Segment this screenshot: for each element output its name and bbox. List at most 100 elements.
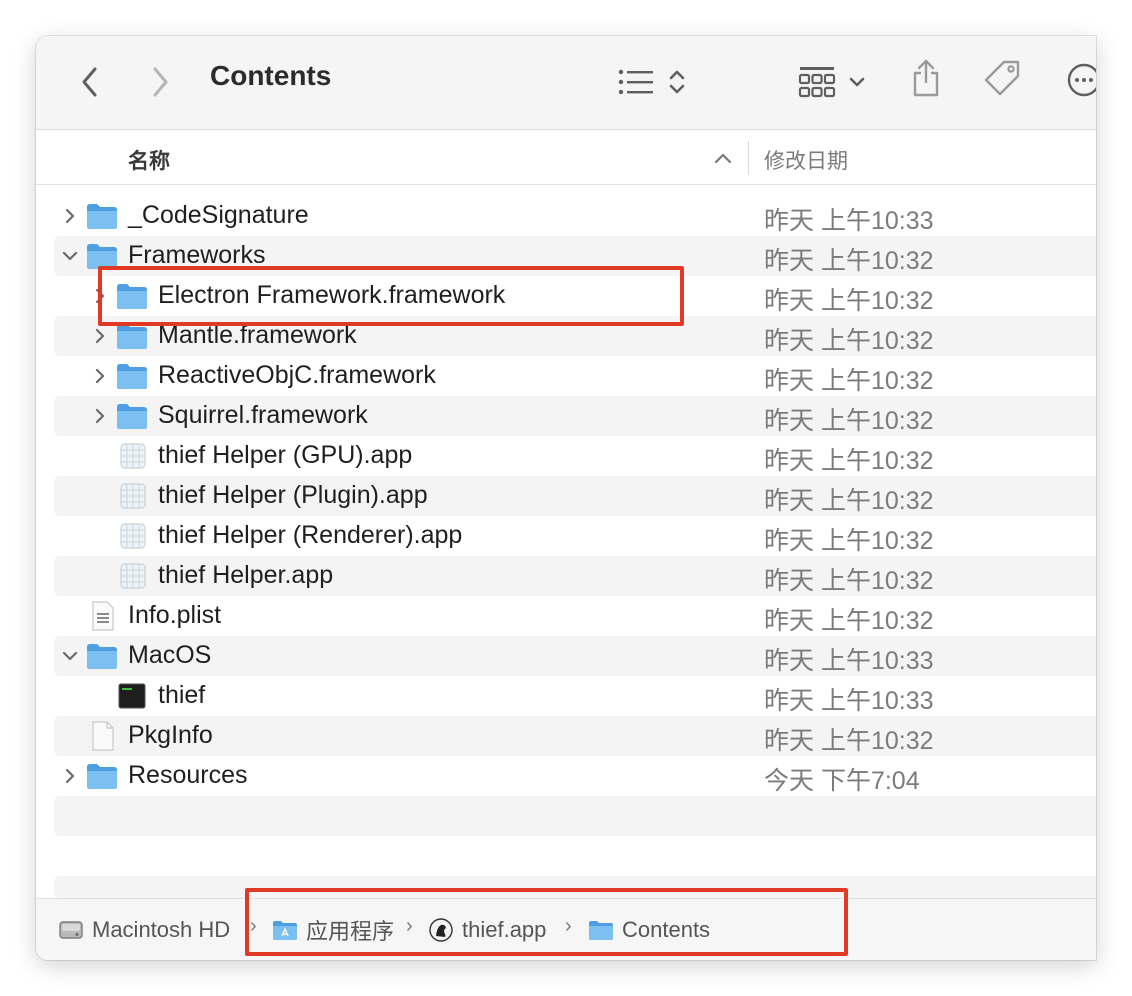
app-icon xyxy=(116,561,148,591)
file-name: Mantle.framework xyxy=(158,321,357,349)
path-item-contents[interactable]: Contents xyxy=(588,915,710,945)
file-modified-date: 昨天 上午10:32 xyxy=(764,727,934,755)
path-item-macintosh-hd[interactable]: Macintosh HD xyxy=(58,915,230,945)
file-modified-date: 昨天 上午10:32 xyxy=(764,567,934,595)
empty-row xyxy=(54,796,1096,836)
file-name: Resources xyxy=(128,761,248,789)
file-row[interactable]: Info.plist 昨天 上午10:32 xyxy=(54,596,1096,636)
folder-icon xyxy=(86,201,118,231)
path-item-thief-app[interactable]: thief.app xyxy=(428,915,546,945)
file-modified-date: 昨天 上午10:33 xyxy=(764,687,934,715)
file-modified-date: 昨天 上午10:32 xyxy=(764,367,934,395)
file-name: _CodeSignature xyxy=(128,201,309,229)
name-column-header[interactable]: 名称 xyxy=(128,145,170,175)
chevron-down-icon xyxy=(849,77,865,87)
file-name: thief xyxy=(158,681,206,709)
column-separator xyxy=(748,141,749,175)
path-item-label: Macintosh HD xyxy=(92,917,231,942)
date-column-header[interactable]: 修改日期 xyxy=(764,145,848,175)
file-row[interactable]: MacOS 昨天 上午10:33 xyxy=(54,636,1096,676)
file-row[interactable]: thief 昨天 上午10:33 xyxy=(54,676,1096,716)
back-icon xyxy=(82,67,97,97)
file-name: Info.plist xyxy=(128,601,222,629)
tag-button[interactable] xyxy=(980,56,1024,100)
file-modified-date: 昨天 上午10:32 xyxy=(764,327,934,355)
view-options-button[interactable] xyxy=(616,62,688,102)
plist-icon xyxy=(86,601,118,631)
file-name: thief Helper.app xyxy=(158,561,334,589)
applications-folder-icon xyxy=(273,921,297,940)
disclosure-collapsed-icon[interactable] xyxy=(60,766,80,786)
file-row[interactable]: thief Helper (Renderer).app 昨天 上午10:32 xyxy=(54,516,1096,556)
path-bar: Macintosh HD › 应用程序 › thief.app › Conten… xyxy=(36,898,1096,960)
file-modified-date: 昨天 上午10:32 xyxy=(764,287,934,315)
app-icon xyxy=(116,521,148,551)
file-row[interactable]: ReactiveObjC.framework 昨天 上午10:32 xyxy=(54,356,1096,396)
forward-button[interactable] xyxy=(144,62,176,102)
file-row[interactable]: Squirrel.framework 昨天 上午10:32 xyxy=(54,396,1096,436)
file-name: ReactiveObjC.framework xyxy=(158,361,436,389)
folder-icon xyxy=(116,321,148,351)
file-row[interactable]: Electron Framework.framework 昨天 上午10:32 xyxy=(54,276,1096,316)
path-item-applications[interactable]: 应用程序 xyxy=(272,915,394,945)
file-row[interactable]: _CodeSignature 昨天 上午10:33 xyxy=(54,196,1096,236)
file-name: Electron Framework.framework xyxy=(158,281,506,309)
folder-icon xyxy=(86,241,118,271)
folder-icon xyxy=(86,761,118,791)
forward-icon xyxy=(153,67,168,97)
file-modified-date: 昨天 上午10:32 xyxy=(764,527,934,555)
terminal-icon xyxy=(116,681,148,711)
file-row[interactable]: Frameworks 昨天 上午10:32 xyxy=(54,236,1096,276)
file-name: thief Helper (Renderer).app xyxy=(158,521,463,549)
file-row[interactable]: thief Helper.app 昨天 上午10:32 xyxy=(54,556,1096,596)
folder-icon xyxy=(116,401,148,431)
disclosure-expanded-icon[interactable] xyxy=(60,646,80,666)
file-row[interactable]: Resources 今天 下午7:04 xyxy=(54,756,1096,796)
app-icon xyxy=(116,441,148,471)
share-icon xyxy=(913,59,939,97)
file-modified-date: 昨天 上午10:32 xyxy=(764,607,934,635)
file-row[interactable]: thief Helper (Plugin).app 昨天 上午10:32 xyxy=(54,476,1096,516)
file-modified-date: 昨天 上午10:33 xyxy=(764,207,934,235)
more-icon xyxy=(1067,63,1096,97)
file-modified-date: 今天 下午7:04 xyxy=(764,767,920,795)
folder-icon xyxy=(589,921,613,940)
share-button[interactable] xyxy=(906,56,946,100)
file-name: PkgInfo xyxy=(128,721,213,749)
app-logo-icon xyxy=(429,918,453,942)
file-row[interactable]: PkgInfo 昨天 上午10:32 xyxy=(54,716,1096,756)
file-name: thief Helper (GPU).app xyxy=(158,441,413,469)
file-row[interactable]: Mantle.framework 昨天 上午10:32 xyxy=(54,316,1096,356)
disclosure-collapsed-icon[interactable] xyxy=(90,406,110,426)
file-modified-date: 昨天 上午10:32 xyxy=(764,407,934,435)
file-name: MacOS xyxy=(128,641,212,669)
folder-icon xyxy=(116,281,148,311)
file-row[interactable]: thief Helper (GPU).app 昨天 上午10:32 xyxy=(54,436,1096,476)
path-item-label: thief.app xyxy=(462,917,547,942)
file-name: Frameworks xyxy=(128,241,266,269)
disclosure-collapsed-icon[interactable] xyxy=(90,286,110,306)
file-name: Squirrel.framework xyxy=(158,401,368,429)
file-modified-date: 昨天 上午10:32 xyxy=(764,447,934,475)
folder-icon xyxy=(86,641,118,671)
app-icon xyxy=(116,481,148,511)
group-button[interactable] xyxy=(796,60,868,104)
window-title: Contents xyxy=(210,60,332,91)
finder-window: Contents 名称 修改日期 _CodeSignature 昨天 上午10:… xyxy=(36,36,1096,960)
disclosure-expanded-icon[interactable] xyxy=(60,246,80,266)
back-button[interactable] xyxy=(74,62,106,102)
file-modified-date: 昨天 上午10:33 xyxy=(764,647,934,675)
disclosure-collapsed-icon[interactable] xyxy=(90,326,110,346)
path-item-label: 应用程序 xyxy=(306,919,395,944)
sort-ascending-icon xyxy=(714,153,732,164)
file-modified-date: 昨天 上午10:32 xyxy=(764,247,934,275)
toolbar: Contents xyxy=(36,36,1096,130)
disclosure-collapsed-icon[interactable] xyxy=(60,206,80,226)
disclosure-collapsed-icon[interactable] xyxy=(90,366,110,386)
folder-icon xyxy=(116,361,148,391)
more-button[interactable] xyxy=(1066,60,1096,100)
hard-drive-icon xyxy=(59,921,83,939)
file-name: thief Helper (Plugin).app xyxy=(158,481,428,509)
path-item-label: Contents xyxy=(622,917,711,942)
list-view-icon xyxy=(618,69,653,95)
